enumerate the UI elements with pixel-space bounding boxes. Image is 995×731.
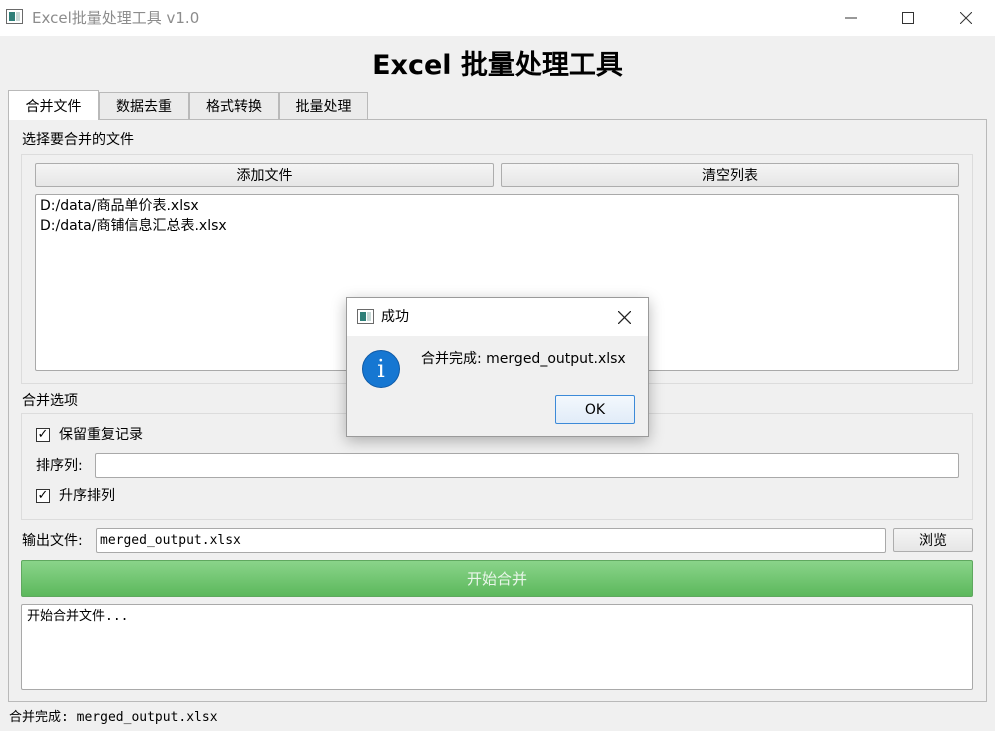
dialog-app-icon bbox=[357, 309, 374, 324]
sort-column-label: 排序列: bbox=[36, 458, 83, 474]
browse-button[interactable]: 浏览 bbox=[893, 528, 973, 552]
clear-list-button[interactable]: 清空列表 bbox=[501, 163, 959, 187]
tab-format-convert[interactable]: 格式转换 bbox=[189, 92, 279, 119]
tab-merge-files[interactable]: 合并文件 bbox=[8, 90, 99, 120]
list-item[interactable]: D:/data/商品单价表.xlsx bbox=[36, 196, 958, 216]
sort-column-input[interactable] bbox=[95, 453, 959, 478]
page-title: Excel 批量处理工具 bbox=[372, 50, 623, 81]
window-title: Excel批量处理工具 v1.0 bbox=[32, 9, 200, 27]
maximize-icon bbox=[902, 12, 914, 24]
select-files-label: 选择要合并的文件 bbox=[22, 132, 134, 148]
close-window-button[interactable] bbox=[943, 0, 989, 36]
log-output[interactable]: 开始合并文件... bbox=[21, 604, 973, 690]
start-merge-button[interactable]: 开始合并 bbox=[21, 560, 973, 597]
status-bar: 合并完成: merged_output.xlsx bbox=[9, 710, 218, 725]
info-icon: i bbox=[362, 350, 400, 388]
tab-deduplicate[interactable]: 数据去重 bbox=[99, 92, 189, 119]
dialog-close-button[interactable] bbox=[609, 303, 639, 331]
output-file-label: 输出文件: bbox=[22, 533, 83, 549]
tab-batch-process[interactable]: 批量处理 bbox=[279, 92, 368, 119]
add-files-button[interactable]: 添加文件 bbox=[35, 163, 494, 187]
ok-button[interactable]: OK bbox=[555, 395, 635, 424]
output-file-input[interactable]: merged_output.xlsx bbox=[96, 528, 886, 553]
close-icon bbox=[960, 12, 972, 24]
dialog-message: 合并完成: merged_output.xlsx bbox=[421, 351, 626, 367]
ascending-label: 升序排列 bbox=[59, 488, 115, 504]
minimize-icon bbox=[845, 17, 857, 19]
success-dialog: 成功 i 合并完成: merged_output.xlsx OK bbox=[346, 297, 649, 437]
minimize-button[interactable] bbox=[828, 0, 874, 36]
keep-duplicates-label: 保留重复记录 bbox=[59, 427, 143, 443]
list-item[interactable]: D:/data/商铺信息汇总表.xlsx bbox=[36, 216, 958, 236]
maximize-button[interactable] bbox=[885, 0, 931, 36]
keep-duplicates-checkbox[interactable]: ✓ bbox=[36, 428, 50, 442]
merge-options-label: 合并选项 bbox=[22, 393, 78, 409]
close-icon bbox=[617, 310, 631, 324]
app-icon bbox=[6, 9, 23, 24]
dialog-title: 成功 bbox=[381, 309, 409, 325]
ascending-checkbox[interactable]: ✓ bbox=[36, 489, 50, 503]
